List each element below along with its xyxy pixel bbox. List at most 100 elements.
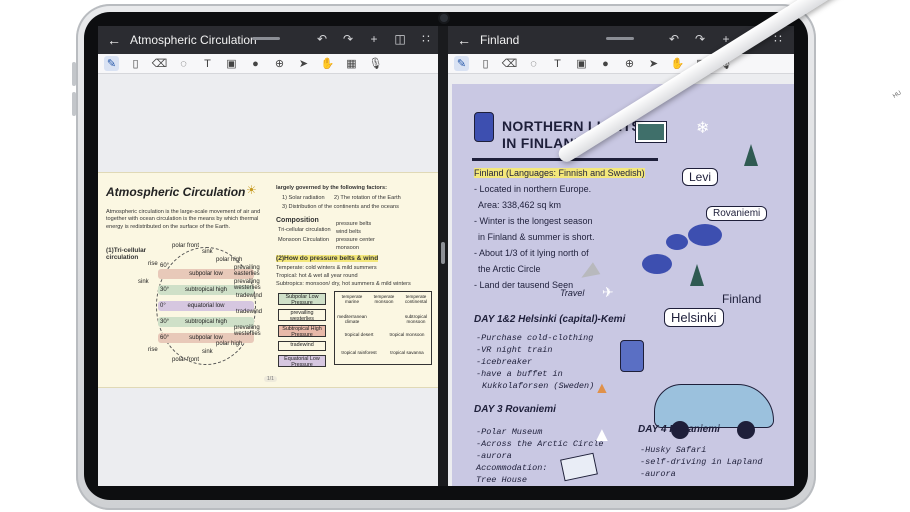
day1-item: -Purchase cold-clothing	[476, 333, 594, 343]
undo-icon[interactable]: ↶	[666, 32, 682, 46]
day1-item: -have a buffet in	[476, 369, 563, 379]
zoom-tool-icon[interactable]: ⊕	[622, 56, 637, 71]
latitude-label: 0°	[160, 303, 166, 309]
globe-label: polar high	[216, 341, 243, 347]
lasso-tool-icon[interactable]: ◌	[176, 56, 191, 71]
atmospheric-note-page[interactable]: Atmospheric Circulation ☀ Atmospheric ci…	[98, 172, 438, 388]
redo-icon[interactable]: ↷	[340, 32, 356, 46]
fullscreen-icon[interactable]: ∷	[418, 32, 434, 46]
travel-label: Travel	[560, 288, 585, 298]
airplane-icon: ✈	[602, 284, 614, 300]
globe-label: tradewind	[236, 309, 263, 315]
shape-tool-icon[interactable]: ●	[598, 56, 613, 71]
split-drag-handle[interactable]	[441, 242, 445, 264]
right-app-pane: ← Finland ↶ ↷ + ◫ ∷ ✎ ▯ ⌫ ◌ T ▣ ● ⊕ ➤ ✋ …	[448, 26, 794, 486]
day1-title: DAY 1&2 Helsinki (capital)-Kemi	[474, 314, 626, 325]
sun-icon: ☀	[246, 183, 257, 197]
laser-pointer-tool-icon[interactable]: ➤	[646, 56, 661, 71]
composition-item: monsoon	[336, 245, 360, 251]
drag-pill[interactable]	[606, 37, 634, 40]
pattern-tool-icon[interactable]: ▦	[344, 56, 359, 71]
table-cell: tropical monsoon	[389, 332, 425, 337]
front-camera	[440, 14, 448, 22]
car-illustration	[654, 384, 774, 439]
pressure-line: Temperate: cold winters & mild summers	[276, 265, 377, 271]
pen-tool-icon[interactable]: ✎	[454, 56, 469, 71]
page-indicator: 1/1	[264, 376, 277, 382]
finland-note-page[interactable]: NORTHERN LIGHTS IN FINLAND ❄ Finland (Lan…	[452, 84, 794, 486]
day3-item: Accommodation:	[476, 463, 548, 473]
microphone-tool-icon[interactable]: 🎙	[368, 56, 383, 71]
volume-button	[72, 92, 76, 116]
day4-item: -aurora	[640, 469, 676, 479]
lake-shape	[688, 224, 722, 246]
finland-info-line: Finland (Languages: Finnish and Swedish)	[474, 168, 645, 178]
finland-info-text: Finland (Languages: Finnish and Swedish)	[474, 168, 645, 178]
image-tool-icon[interactable]: ▣	[574, 56, 589, 71]
zoom-tool-icon[interactable]: ⊕	[272, 56, 287, 71]
pressure-title: (2)How do pressure belts & wind	[276, 255, 379, 263]
tri-cellular-title: (1)Tri-cellular circulation	[106, 247, 147, 262]
pine-tree-icon	[690, 264, 704, 286]
suitcase-icon	[474, 112, 494, 142]
note-heading: Atmospheric Circulation	[106, 185, 246, 199]
latitude-label: 60°	[160, 335, 170, 341]
finland-info-line: - Land der tausend Seen	[474, 280, 574, 290]
day3-item: -Polar Museum	[476, 427, 543, 437]
left-tools-toolbar: ✎ ▯ ⌫ ◌ T ▣ ● ⊕ ➤ ✋ ▦ 🎙	[98, 54, 438, 74]
day3-item: -aurora	[476, 451, 512, 461]
shape-tool-icon[interactable]: ●	[248, 56, 263, 71]
eraser-tool-icon[interactable]: ⌫	[152, 56, 168, 71]
pine-tree-icon	[744, 144, 758, 166]
composition-item: pressure center	[336, 237, 375, 243]
add-icon[interactable]: +	[366, 32, 382, 46]
stylus-label: HU	[892, 90, 903, 100]
laser-pointer-tool-icon[interactable]: ➤	[296, 56, 311, 71]
highlighter-tool-icon[interactable]: ▯	[478, 56, 493, 71]
hand-tool-icon[interactable]: ✋	[320, 56, 335, 71]
undo-icon[interactable]: ↶	[314, 32, 330, 46]
table-cell: tropical rainforest	[341, 350, 377, 355]
day4-item: -self-driving in Lapland	[640, 457, 763, 467]
composition-item: Monsoon Circulation	[278, 237, 329, 243]
table-cell: subtropical monsoon	[404, 314, 428, 324]
composition-item: pressure belts	[336, 221, 372, 227]
lasso-tool-icon[interactable]: ◌	[526, 56, 541, 71]
eraser-tool-icon[interactable]: ⌫	[502, 56, 518, 71]
left-titlebar: ← Atmospheric Circulation ↶ ↷ + ◫ ∷	[98, 26, 438, 54]
climate-table: temperate marine temperate monsoon tempe…	[334, 291, 432, 365]
factor-item: 1) Solar radiation	[282, 195, 325, 201]
factors-title: largely governed by the following factor…	[276, 185, 387, 191]
latitude-label: 60°	[160, 263, 170, 269]
text-tool-icon[interactable]: T	[200, 56, 215, 71]
image-tool-icon[interactable]: ▣	[224, 56, 239, 71]
hand-tool-icon[interactable]: ✋	[670, 56, 685, 71]
globe-label: tradewind	[236, 293, 263, 299]
back-arrow-icon[interactable]: ←	[452, 32, 476, 48]
redo-icon[interactable]: ↷	[692, 32, 708, 46]
intro-text: Atmospheric circulation is the large-sca…	[106, 209, 261, 230]
belt-box: Subpolar Low Pressure	[278, 293, 326, 306]
globe-label: sink	[138, 279, 149, 285]
day1-item: -VR night train	[476, 345, 553, 355]
pressure-line: Tropical: hot & wet all year round	[276, 273, 358, 279]
day3-item: -Across the Arctic Circle	[476, 439, 604, 449]
text-tool-icon[interactable]: T	[550, 56, 565, 71]
globe-label: polar high	[216, 257, 243, 263]
highlighter-tool-icon[interactable]: ▯	[128, 56, 143, 71]
aurora-picture-icon	[635, 121, 667, 143]
back-arrow-icon[interactable]: ←	[102, 32, 126, 48]
globe-label: polar front	[172, 357, 200, 363]
pen-tool-icon[interactable]: ✎	[104, 56, 119, 71]
finland-info-line: - About 1/3 of it lying north of	[474, 248, 589, 258]
globe-label: prevailing easterlies	[234, 265, 260, 277]
day1-item: Kukkolaforsen (Sweden)	[482, 381, 595, 391]
drag-pill[interactable]	[252, 37, 280, 40]
day1-item: -icebreaker	[476, 357, 533, 367]
table-cell: temperate marine	[341, 294, 363, 304]
globe-label: prevailing westerlies	[234, 325, 261, 337]
map-label: Finland	[722, 292, 762, 306]
day4-item: -Husky Safari	[640, 445, 707, 455]
split-view-icon[interactable]: ◫	[392, 32, 408, 46]
day3-title: DAY 3 Rovaniemi	[474, 404, 556, 415]
